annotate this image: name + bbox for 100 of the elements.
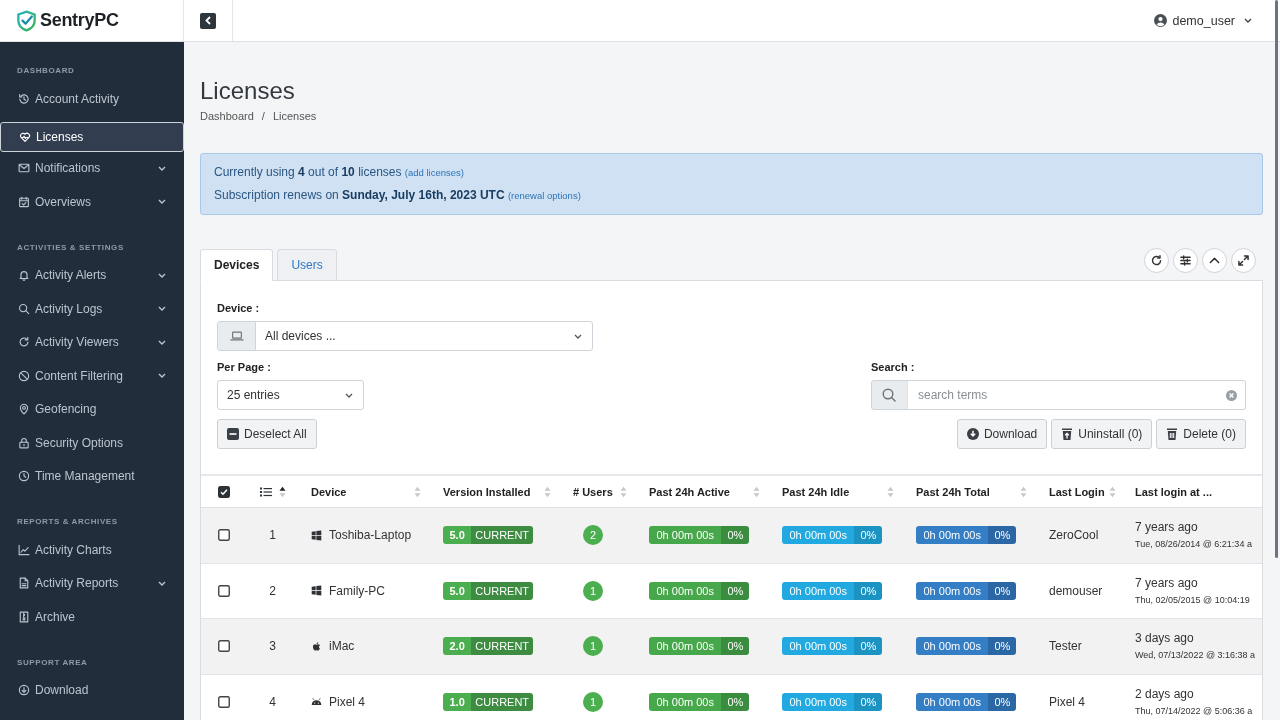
breadcrumb-link[interactable]: Dashboard [200, 109, 254, 123]
active-percent: 0% [721, 692, 750, 711]
last-login-date: Thu, 07/14/2022 @ 5:06:36 a [1135, 704, 1253, 717]
row-checkbox[interactable] [217, 640, 230, 653]
collapse-button[interactable] [1202, 248, 1227, 273]
scrollbar-thumb[interactable] [1275, 0, 1278, 558]
search-icon [18, 302, 30, 315]
sliders-icon [1180, 255, 1191, 266]
sidebar-item[interactable]: Security Options [0, 426, 184, 460]
document-icon [18, 577, 30, 590]
laptop-icon [229, 329, 244, 343]
clock-icon [18, 470, 30, 483]
expand-icon [1238, 255, 1249, 266]
row-checkbox[interactable] [217, 529, 230, 542]
sidebar-section-heading: DASHBOARD [17, 65, 75, 77]
sidebar-item[interactable]: Overviews [0, 185, 184, 219]
download-icon [18, 684, 30, 697]
active-percent: 0% [721, 637, 750, 656]
field-label: Per Page : [217, 360, 271, 374]
sidebar-item[interactable]: Time Management [0, 459, 184, 493]
sidebar-item[interactable]: Account Activity [0, 82, 184, 116]
idle-percent: 0% [854, 637, 883, 656]
refresh-button[interactable] [1144, 248, 1169, 273]
row-number: 3 [269, 639, 276, 654]
row-checkbox[interactable] [217, 584, 230, 597]
sidebar-item[interactable]: Geofencing [0, 392, 184, 426]
device-name: Toshiba-Laptop [329, 528, 412, 543]
map-pin-icon [18, 403, 30, 416]
refresh-icon [1151, 255, 1162, 266]
active-time: 0h 00m 00s [649, 581, 722, 600]
sidebar-item[interactable]: Licenses [0, 121, 184, 152]
select-all-checkbox[interactable] [217, 485, 230, 498]
row-number: 1 [269, 528, 276, 543]
lock-icon [18, 436, 30, 449]
column-header[interactable]: Past 24h Active [649, 485, 730, 498]
version-status: CURRENT [471, 526, 534, 545]
sidebar-item[interactable]: Activity Logs [0, 292, 184, 326]
chevron-left-icon [205, 16, 211, 25]
user-count: 1 [583, 580, 603, 601]
idle-time: 0h 00m 00s [782, 637, 855, 656]
tab[interactable]: Users [277, 249, 337, 281]
sidebar-toggle-button[interactable] [200, 12, 216, 29]
list-icon [259, 486, 272, 497]
brand-name: SentryPC [40, 10, 119, 31]
row-checkbox[interactable] [217, 695, 230, 708]
row-number: 4 [269, 694, 276, 709]
sidebar-item[interactable]: Activity Alerts [0, 258, 184, 292]
last-login-date: Thu, 02/05/2015 @ 10:04:19 [1135, 593, 1250, 606]
total-percent: 0% [988, 637, 1017, 656]
sidebar-item[interactable]: Activity Reports [0, 566, 184, 600]
device-name: iMac [329, 639, 355, 654]
total-percent: 0% [988, 581, 1017, 600]
fullscreen-button[interactable] [1231, 248, 1256, 273]
download-button[interactable]: Download [956, 419, 1048, 449]
trash-icon [1166, 428, 1179, 440]
caret-down-icon [574, 333, 582, 339]
user-avatar-icon [1154, 14, 1168, 27]
trash-arrow-icon [1061, 428, 1074, 440]
chevron-up-icon [1209, 255, 1220, 266]
delete-button[interactable]: Delete (0) [1156, 419, 1246, 449]
sidebar-section-heading: REPORTS & ARCHIVES [17, 516, 118, 528]
uninstall-button[interactable]: Uninstall (0) [1051, 419, 1153, 449]
clear-icon[interactable] [1226, 389, 1237, 401]
total-time: 0h 00m 00s [916, 637, 989, 656]
search-field[interactable]: search terms [908, 380, 1246, 410]
breadcrumb-separator: / [261, 109, 265, 123]
deselect-all-button[interactable]: Deselect All [217, 419, 317, 449]
last-login-user: demouser [1049, 583, 1103, 598]
column-header[interactable]: Device [311, 485, 347, 498]
sidebar-item[interactable]: Archive [0, 600, 184, 634]
sort-icon[interactable] [278, 485, 286, 498]
version-number: 5.0 [443, 581, 472, 600]
add-licenses-link[interactable]: (add licenses) [404, 167, 464, 178]
total-percent: 0% [988, 526, 1017, 545]
sidebar-section-heading: SUPPORT AREA [17, 656, 88, 669]
options-button[interactable] [1173, 248, 1198, 273]
column-header[interactable]: Version Installed [443, 485, 531, 498]
column-header[interactable]: Past 24h Idle [782, 485, 850, 498]
sidebar-item[interactable]: Download [0, 673, 184, 707]
user-menu-button[interactable]: demo_user [1154, 13, 1252, 28]
version-status: CURRENT [471, 581, 534, 600]
column-header[interactable]: Last Login [1049, 485, 1105, 498]
total-percent: 0% [988, 692, 1017, 711]
last-login-user: Pixel 4 [1049, 694, 1086, 709]
column-header[interactable]: Past 24h Total [916, 485, 990, 498]
caret-down-icon [1244, 18, 1252, 23]
apple-icon [311, 640, 322, 652]
sidebar-item[interactable]: Content Filtering [0, 359, 184, 393]
column-header[interactable]: # Users [573, 485, 613, 498]
device-name: Family-PC [329, 583, 385, 598]
tab[interactable]: Devices [200, 249, 274, 281]
sidebar-item[interactable]: Notifications [0, 151, 184, 185]
user-count: 1 [583, 636, 603, 657]
version-number: 1.0 [443, 692, 472, 711]
device-select[interactable]: All devices ... [217, 321, 593, 351]
renewal-options-link[interactable]: (renewal options) [507, 190, 581, 201]
sidebar-item[interactable]: Activity Viewers [0, 325, 184, 359]
per-page-select[interactable]: 25 entries [217, 380, 364, 410]
calendar-icon [18, 195, 30, 208]
sidebar-item[interactable]: Activity Charts [0, 533, 184, 567]
